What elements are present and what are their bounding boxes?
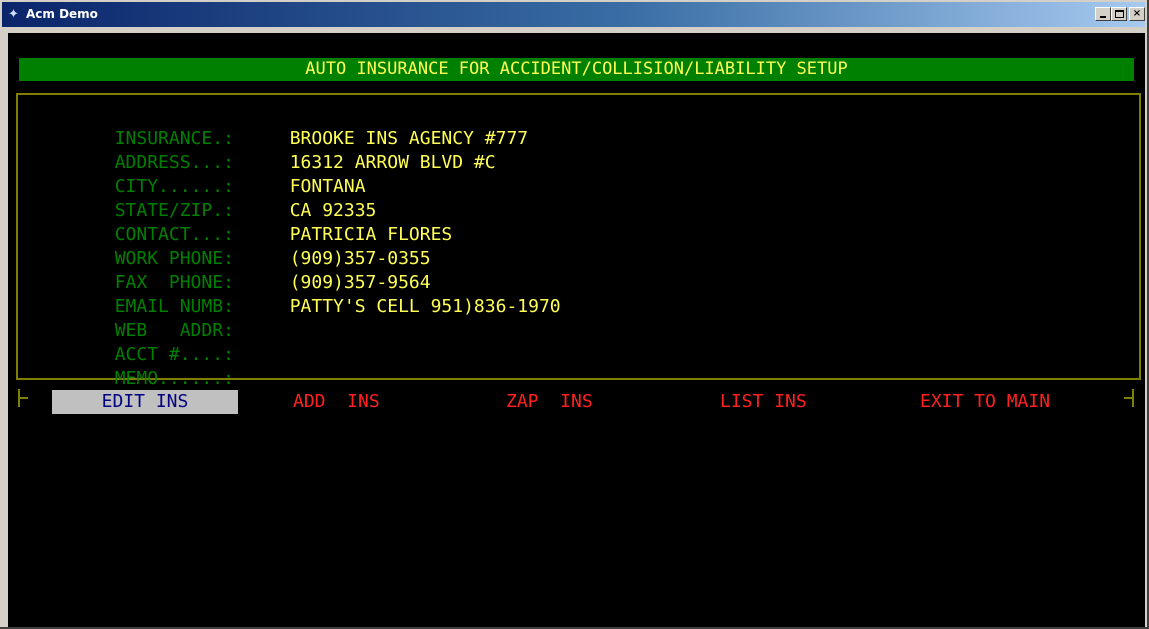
field-row-web-addr: WEB ADDR:: [28, 295, 290, 341]
app-window: ✦ Acm Demo × AUTO INSURANCE FOR ACCIDENT…: [0, 0, 1149, 629]
menu-list-ins[interactable]: LIST INS: [720, 390, 807, 414]
close-icon: ×: [1132, 8, 1142, 19]
menu-bracket-right: [1124, 389, 1134, 409]
minimize-icon: [1100, 16, 1106, 18]
maximize-icon: [1115, 10, 1124, 18]
window-title: Acm Demo: [26, 7, 98, 21]
menu-edit-ins[interactable]: EDIT INS: [52, 390, 238, 414]
field-row-address: ADDRESS...: 16312 ARROW BLVD #C: [28, 127, 496, 173]
menu-bracket-left: [18, 389, 28, 409]
menu-add-ins[interactable]: ADD INS: [293, 390, 380, 414]
minimize-button[interactable]: [1095, 7, 1111, 21]
title-bar[interactable]: ✦ Acm Demo ×: [2, 2, 1145, 27]
field-row-fax-phone: FAX PHONE: (909)357-9564: [28, 247, 431, 293]
menu-exit-to-main[interactable]: EXIT TO MAIN: [920, 390, 1050, 414]
menu-zap-ins[interactable]: ZAP INS: [506, 390, 593, 414]
header-bar: AUTO INSURANCE FOR ACCIDENT/COLLISION/LI…: [19, 58, 1134, 81]
command-menu: EDIT INS ADD INS ZAP INS LIST INS EXIT T…: [8, 387, 1145, 417]
field-row-insurance: INSURANCE.: BROOKE INS AGENCY #777: [28, 103, 528, 149]
field-row-work-phone: WORK PHONE: (909)357-0355: [28, 223, 431, 269]
field-row-email: EMAIL NUMB: PATTY'S CELL 951)836-1970: [28, 271, 561, 317]
field-row-contact: CONTACT...: PATRICIA FLORES: [28, 199, 453, 245]
field-row-memo: MEMO......:: [28, 343, 290, 389]
email-value: PATTY'S CELL 951)836-1970: [289, 296, 561, 317]
console-screen: AUTO INSURANCE FOR ACCIDENT/COLLISION/LI…: [8, 33, 1145, 627]
app-icon[interactable]: ✦: [6, 7, 21, 22]
field-row-acct: ACCT #....:: [28, 319, 290, 365]
screen-title: AUTO INSURANCE FOR ACCIDENT/COLLISION/LI…: [305, 59, 848, 79]
field-row-city: CITY......: FONTANA: [28, 151, 366, 197]
maximize-button[interactable]: [1111, 7, 1127, 21]
close-button[interactable]: ×: [1129, 7, 1145, 21]
field-row-state-zip: STATE/ZIP.: CA 92335: [28, 175, 377, 221]
insurance-info-frame: INSURANCE.: BROOKE INS AGENCY #777 ADDRES…: [16, 93, 1141, 389]
